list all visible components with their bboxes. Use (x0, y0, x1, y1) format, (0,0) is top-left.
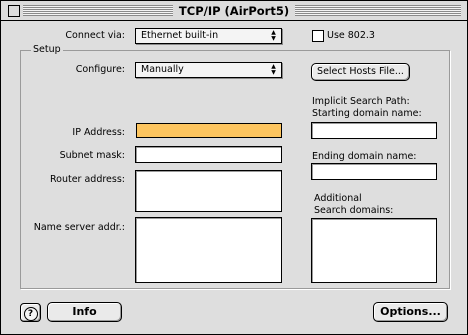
options-button[interactable]: Options... (373, 302, 448, 322)
subnet-mask-label: Subnet mask: (59, 150, 125, 161)
select-hosts-file-button[interactable]: Select Hosts File... (311, 63, 410, 81)
search-domains-label: Search domains: (314, 205, 394, 216)
help-icon: ? (23, 307, 38, 321)
additional-search-domains-field[interactable] (311, 218, 437, 283)
window-title: TCP/IP (AirPort5) (172, 4, 296, 18)
ip-address-label: IP Address: (72, 127, 125, 138)
title-bar[interactable]: TCP/IP (AirPort5) (1, 1, 467, 21)
router-address-field[interactable] (135, 170, 282, 212)
popup-arrows-icon: ▲ ▼ (271, 29, 276, 42)
ip-address-field[interactable] (136, 123, 282, 138)
window-title-wrap: TCP/IP (AirPort5) (1, 4, 467, 18)
starting-domain-label: Starting domain name: (312, 108, 422, 119)
ending-domain-field[interactable] (311, 163, 437, 180)
subnet-mask-field[interactable] (135, 146, 282, 163)
use-802-3-label: Use 802.3 (327, 30, 375, 41)
popup-arrows-icon: ▲ ▼ (271, 63, 276, 76)
info-button[interactable]: Info (47, 302, 122, 322)
setup-group-label: Setup (31, 44, 63, 55)
name-server-label: Name server addr.: (33, 222, 125, 233)
starting-domain-field[interactable] (311, 122, 437, 139)
ending-domain-label: Ending domain name: (312, 151, 417, 162)
use-802-3-checkbox[interactable] (312, 30, 324, 42)
configure-label: Configure: (75, 64, 125, 75)
configure-value: Manually (141, 64, 184, 75)
implicit-search-path-label: Implicit Search Path: (312, 96, 410, 107)
router-address-label: Router address: (49, 174, 125, 185)
help-button[interactable]: ? (20, 303, 41, 322)
additional-label: Additional (314, 193, 362, 204)
name-server-field[interactable] (135, 217, 282, 283)
tcpip-window: TCP/IP (AirPort5) Connect via: Ethernet … (0, 0, 468, 335)
connect-via-value: Ethernet built-in (141, 30, 219, 41)
connect-via-popup[interactable]: Ethernet built-in ▲ ▼ (135, 28, 282, 44)
connect-via-label: Connect via: (65, 30, 125, 41)
configure-popup[interactable]: Manually ▲ ▼ (135, 62, 282, 78)
